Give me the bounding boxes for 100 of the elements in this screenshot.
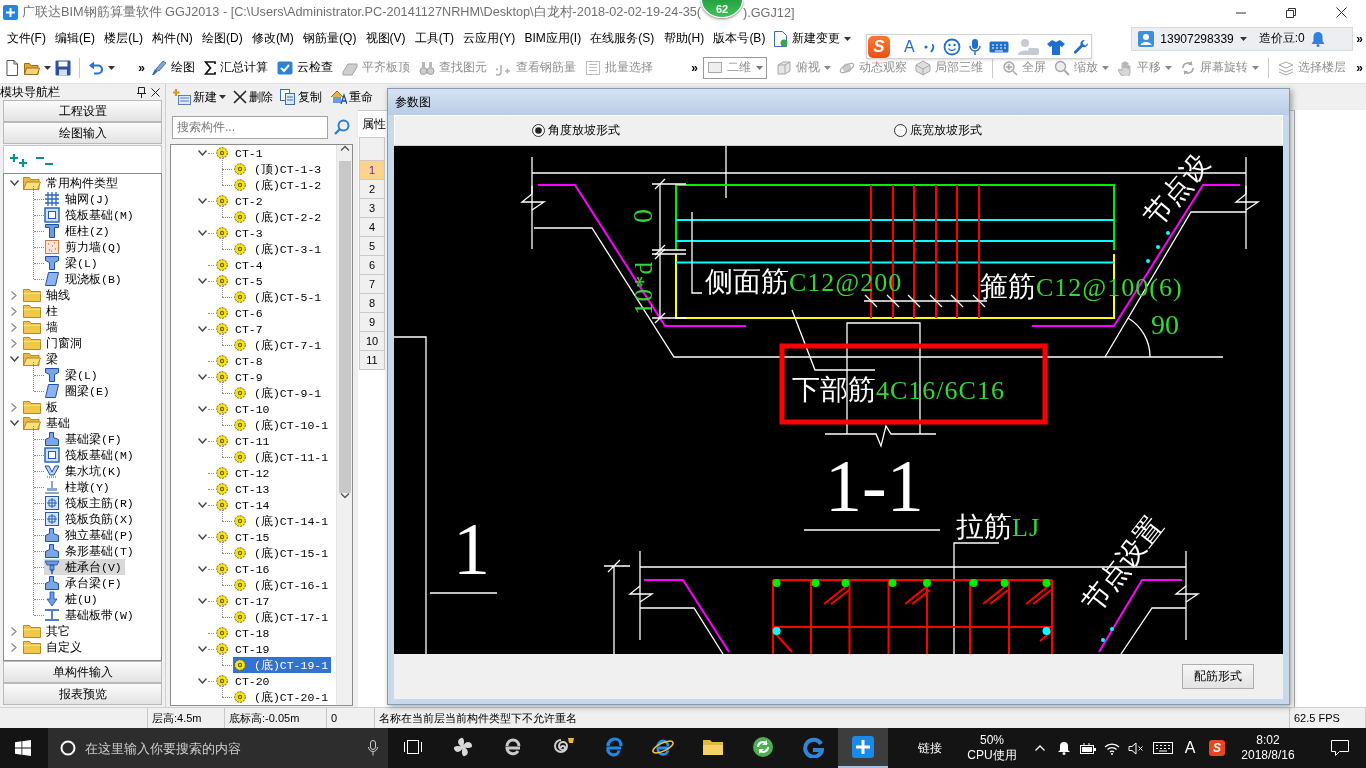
radio-option[interactable]: 底宽放坡形式 bbox=[894, 122, 1256, 139]
menu-item[interactable]: BIM应用(I) bbox=[519, 27, 586, 50]
tree-item[interactable]: CT-18 bbox=[215, 625, 273, 641]
toolbar-button[interactable]: 复制 bbox=[279, 86, 323, 108]
tree-item[interactable]: 墙 bbox=[23, 319, 61, 335]
tree-item[interactable]: 常用构件类型 bbox=[23, 175, 121, 191]
tree-item[interactable]: CT-12 bbox=[215, 465, 273, 481]
row-number[interactable]: 2 bbox=[359, 180, 385, 199]
toolbar-button[interactable]: 汇总计算 bbox=[201, 55, 271, 80]
section-button[interactable]: 工程设置 bbox=[3, 100, 162, 122]
tree-item[interactable]: 桩承台(V) bbox=[44, 559, 125, 575]
tree-item[interactable]: 梁 bbox=[23, 351, 61, 367]
microphone-icon[interactable] bbox=[968, 37, 981, 56]
search-field[interactable]: 搜索构件... bbox=[172, 115, 328, 139]
input-mode-indicator[interactable]: A bbox=[1184, 739, 1196, 757]
section-button[interactable]: 绘图输入 bbox=[3, 122, 162, 144]
tree-item[interactable]: CT-14 bbox=[215, 497, 273, 513]
row-number[interactable]: 7 bbox=[359, 275, 385, 294]
wifi-icon[interactable] bbox=[1104, 741, 1120, 755]
section-button[interactable]: 单构件输入 bbox=[3, 661, 162, 683]
scrollbar-thumb[interactable] bbox=[338, 161, 351, 493]
tree-item[interactable]: (底)CT-15-1 bbox=[233, 545, 332, 561]
clock-date[interactable]: 2018/8/16 bbox=[1241, 748, 1295, 763]
toolbar-button[interactable]: 删除 bbox=[232, 86, 274, 108]
tree-item[interactable]: 基础 bbox=[23, 415, 73, 431]
undo-icon[interactable] bbox=[88, 59, 104, 76]
new-change-button[interactable]: 新建变更 bbox=[769, 27, 855, 50]
bell-icon[interactable] bbox=[1058, 741, 1070, 755]
tree-item[interactable]: CT-20 bbox=[215, 673, 273, 689]
tree-item[interactable]: (底)CT-7-1 bbox=[233, 337, 325, 353]
chevron-down-icon[interactable] bbox=[339, 493, 350, 499]
menu-item[interactable]: 云应用(Y) bbox=[458, 27, 520, 50]
notification-icon[interactable] bbox=[1331, 740, 1349, 756]
document-icon[interactable] bbox=[4, 59, 20, 76]
input-method-logo[interactable]: S bbox=[1209, 740, 1225, 756]
tree-item[interactable]: 筏板负筋(X) bbox=[44, 511, 137, 527]
tree-item[interactable]: CT-11 bbox=[215, 433, 273, 449]
tree-item[interactable]: 桩(U) bbox=[44, 591, 101, 607]
menu-item[interactable]: 编辑(E) bbox=[50, 27, 100, 50]
tree-item[interactable]: CT-6 bbox=[215, 305, 266, 321]
tree-item[interactable]: 剪力墙(Q) bbox=[44, 239, 125, 255]
tree-item[interactable]: CT-19 bbox=[215, 641, 273, 657]
toolbar-button[interactable]: 云检查 bbox=[274, 55, 336, 80]
tree-item[interactable]: CT-17 bbox=[215, 593, 273, 609]
search-field[interactable]: 在这里输入你要搜索的内容 bbox=[85, 736, 359, 760]
tree-item[interactable]: 板 bbox=[23, 399, 61, 415]
tree-item[interactable]: CT-15 bbox=[215, 529, 273, 545]
tree-item[interactable]: 门窗洞 bbox=[23, 335, 85, 351]
tree-item[interactable]: 轴网(J) bbox=[44, 191, 113, 207]
tree-item[interactable]: 集水坑(K) bbox=[44, 463, 125, 479]
scrollbar[interactable] bbox=[336, 145, 352, 705]
tree-item[interactable]: 基础板带(W) bbox=[44, 607, 137, 623]
menu-item[interactable]: 版本号(B) bbox=[708, 27, 770, 50]
row-number[interactable]: 6 bbox=[359, 256, 385, 275]
row-number[interactable]: 11 bbox=[359, 351, 385, 370]
close-icon[interactable] bbox=[151, 87, 160, 97]
tree-item[interactable]: (底)CT-2-2 bbox=[233, 209, 325, 225]
tree-item[interactable]: 圈梁(E) bbox=[44, 383, 113, 399]
pin-icon[interactable] bbox=[137, 86, 146, 98]
more-button[interactable]: » bbox=[688, 57, 701, 78]
tree-item[interactable]: 筏板基础(M) bbox=[44, 447, 137, 463]
row-number[interactable]: 4 bbox=[359, 218, 385, 237]
menu-item[interactable]: 文件(F) bbox=[2, 27, 51, 50]
menu-item[interactable]: 钢筋量(Q) bbox=[298, 27, 361, 50]
user-icon[interactable] bbox=[1138, 30, 1155, 47]
tree-item[interactable]: 柱 bbox=[23, 303, 61, 319]
tree-item[interactable]: 独立基础(P) bbox=[44, 527, 137, 543]
tree-item[interactable]: 承台梁(F) bbox=[44, 575, 125, 591]
account-name[interactable]: 13907298339 bbox=[1160, 31, 1234, 46]
tree-item[interactable]: 梁(L) bbox=[44, 255, 101, 271]
tree-item[interactable]: (底)CT-17-1 bbox=[233, 609, 332, 625]
toolbar-button[interactable]: 绘图 bbox=[148, 55, 198, 80]
keyboard-icon[interactable] bbox=[1153, 742, 1173, 754]
tree-item[interactable]: 筏板基础(M) bbox=[44, 207, 137, 223]
tree-item[interactable]: 基础梁(F) bbox=[44, 431, 125, 447]
more-button[interactable]: » bbox=[1353, 57, 1366, 78]
tree-item[interactable]: CT-9 bbox=[215, 369, 266, 385]
search-box[interactable]: 在这里输入你要搜索的内容 bbox=[48, 728, 388, 768]
tree-item[interactable]: CT-1 bbox=[215, 145, 266, 161]
tree-item[interactable]: CT-10 bbox=[215, 401, 273, 417]
tree-item[interactable]: 现浇板(B) bbox=[44, 271, 125, 287]
tree-item[interactable]: CT-7 bbox=[215, 321, 266, 337]
row-number[interactable]: 10 bbox=[359, 332, 385, 351]
tree-item[interactable]: 轴线 bbox=[23, 287, 73, 303]
menu-item[interactable]: 视图(V) bbox=[361, 27, 411, 50]
tree-item[interactable]: (顶)CT-1-3 bbox=[233, 161, 325, 177]
search-icon[interactable] bbox=[334, 119, 350, 135]
input-mode-toggle[interactable]: A bbox=[904, 37, 915, 56]
tree-item[interactable]: CT-5 bbox=[215, 273, 266, 289]
shirt-icon[interactable] bbox=[1046, 38, 1065, 55]
menu-item[interactable]: 绘图(D) bbox=[197, 27, 248, 50]
toolbar-button[interactable]: 新建 bbox=[172, 86, 227, 108]
tree-item[interactable]: 柱墩(Y) bbox=[44, 479, 113, 495]
toolbar-link[interactable]: 链接 bbox=[918, 739, 942, 757]
clock-time[interactable]: 8:02 bbox=[1256, 733, 1280, 748]
battery-icon[interactable] bbox=[1080, 742, 1096, 754]
tree-item[interactable]: (底)CT-1-2 bbox=[233, 177, 325, 193]
tree-item[interactable]: 框柱(Z) bbox=[44, 223, 113, 239]
tree-item[interactable]: (底)CT-5-1 bbox=[233, 289, 325, 305]
more-button[interactable]: » bbox=[135, 57, 148, 78]
